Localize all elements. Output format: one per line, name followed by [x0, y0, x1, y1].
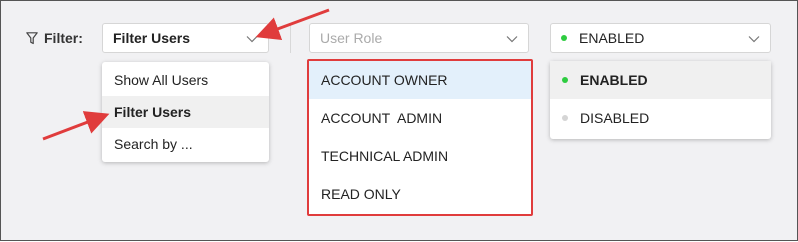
funnel-icon — [26, 31, 38, 45]
menu-item-technical-admin[interactable]: TECHNICAL ADMIN — [309, 137, 531, 175]
menu-item-disabled-label: DISABLED — [580, 110, 650, 126]
filter-label: Filter: — [26, 29, 83, 47]
filter-type-value: Filter Users — [113, 30, 191, 46]
status-value: ENABLED — [579, 30, 645, 46]
menu-item-disabled[interactable]: DISABLED — [550, 99, 771, 137]
user-role-select[interactable]: User Role — [309, 23, 529, 53]
menu-item-enabled-label: ENABLED — [580, 72, 648, 88]
menu-item-filter-users[interactable]: Filter Users — [102, 96, 269, 128]
menu-item-enabled[interactable]: ENABLED — [550, 61, 771, 99]
chevron-down-icon — [748, 32, 760, 48]
user-role-menu: ACCOUNT OWNER ACCOUNT ADMIN TECHNICAL AD… — [307, 59, 533, 216]
divider — [290, 23, 291, 53]
menu-item-show-all-users[interactable]: Show All Users — [102, 64, 269, 96]
disabled-dot-icon — [562, 115, 568, 121]
enabled-dot-icon — [562, 77, 568, 83]
menu-item-account-owner[interactable]: ACCOUNT OWNER — [309, 61, 531, 99]
status-select[interactable]: ENABLED — [550, 23, 771, 53]
filter-type-select[interactable]: Filter Users — [102, 23, 269, 53]
status-menu: ENABLED DISABLED — [550, 61, 771, 139]
menu-item-search-by[interactable]: Search by ... — [102, 128, 269, 160]
menu-item-read-only[interactable]: READ ONLY — [309, 175, 531, 213]
filter-panel: Filter: Filter Users User Role ENABLED S… — [0, 0, 798, 241]
filter-label-text: Filter: — [44, 30, 83, 46]
chevron-down-icon — [246, 32, 258, 48]
user-role-placeholder: User Role — [320, 30, 383, 46]
filter-type-menu: Show All Users Filter Users Search by ..… — [102, 62, 269, 162]
enabled-dot-icon — [561, 35, 567, 41]
chevron-down-icon — [506, 32, 518, 48]
menu-item-account-admin[interactable]: ACCOUNT ADMIN — [309, 99, 531, 137]
